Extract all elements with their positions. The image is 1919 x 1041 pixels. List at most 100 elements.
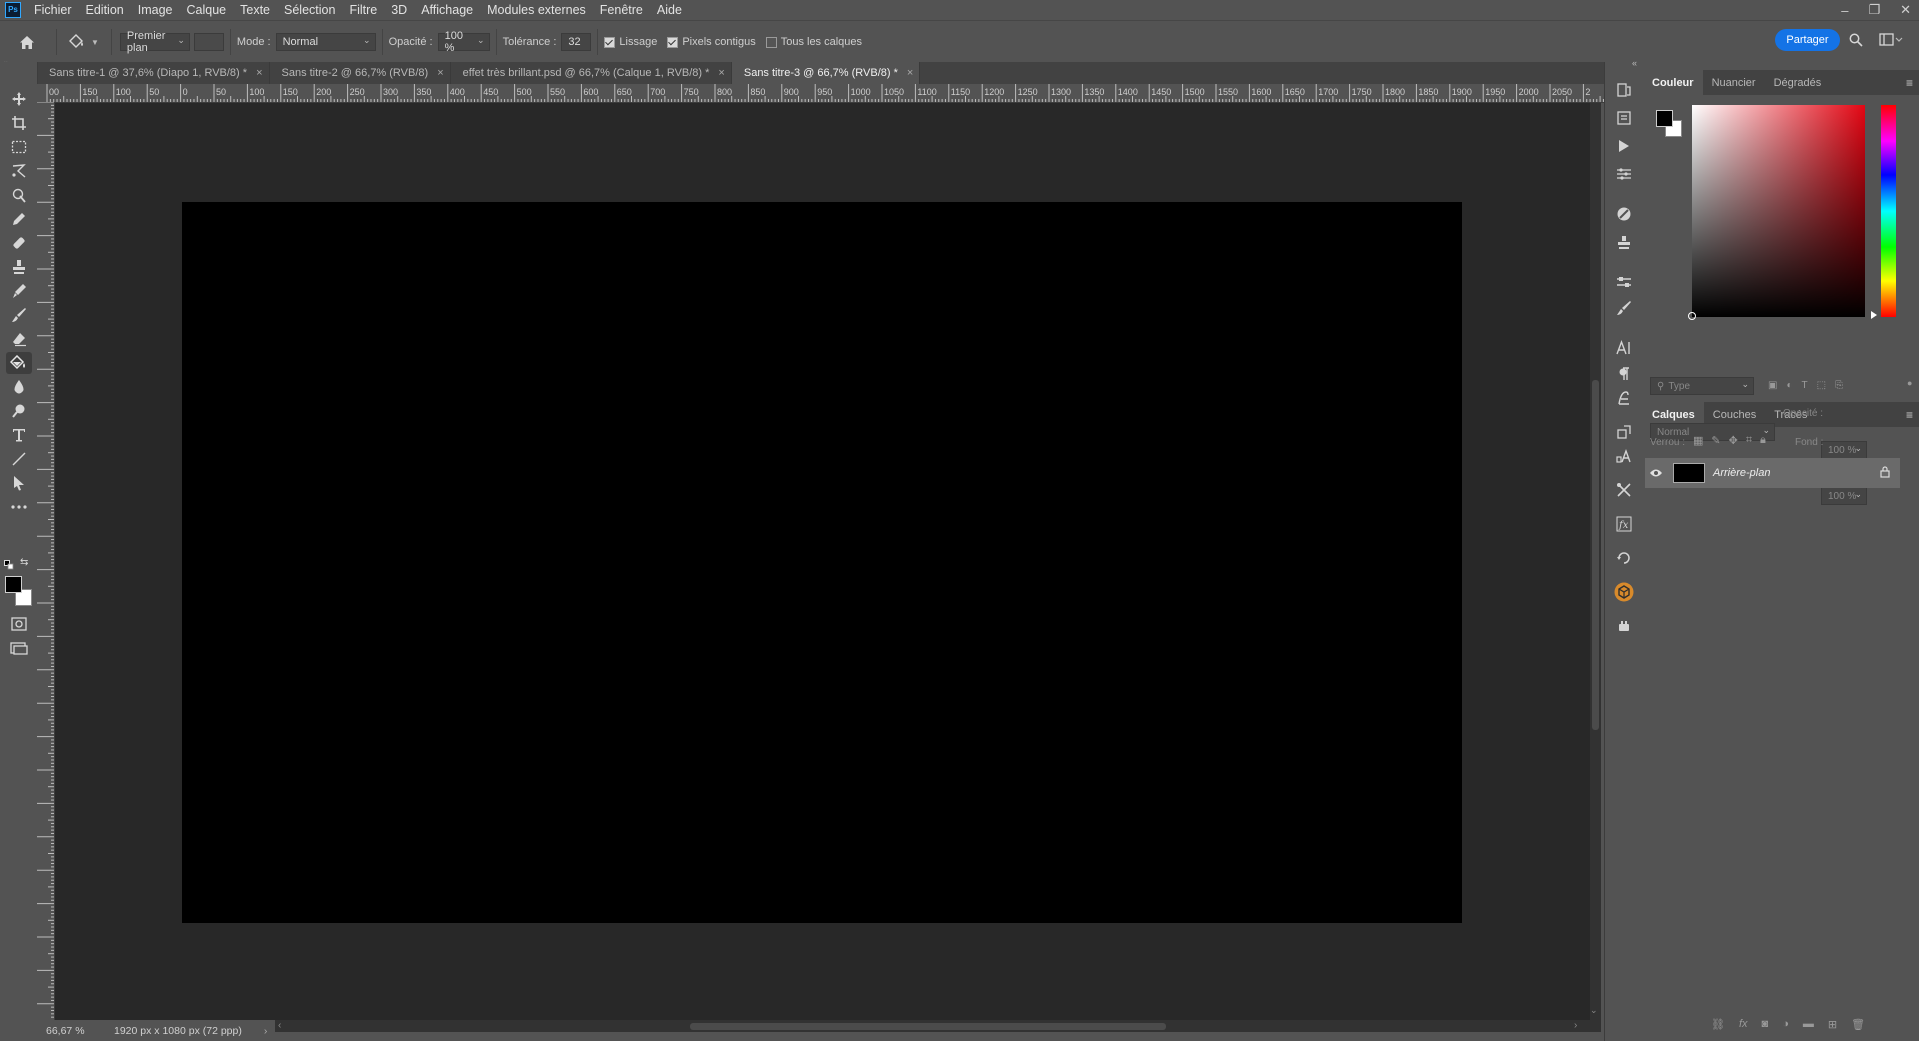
lasso-tool-icon[interactable] <box>6 160 32 182</box>
fg-color-swatch[interactable] <box>1656 110 1673 127</box>
close-icon[interactable]: × <box>718 67 724 79</box>
lock-artboard-icon[interactable]: ⌗ <box>1746 434 1752 447</box>
collapse-panels-icon[interactable]: « <box>1632 58 1637 68</box>
horizontal-ruler[interactable]: 00 150 100 50 0 50 100 150 200 250 300 350 400 450 500… <box>45 84 1616 103</box>
marquee-tool-icon[interactable] <box>6 136 32 158</box>
tab-couleur[interactable]: Couleur <box>1643 70 1703 95</box>
menu-image[interactable]: Image <box>131 3 180 17</box>
foreground-color-swatch[interactable] <box>5 576 22 593</box>
actions-panel-icon[interactable] <box>1614 108 1634 128</box>
adjustments-panel-icon[interactable] <box>1614 272 1634 292</box>
menu-modules-externes[interactable]: Modules externes <box>480 3 593 17</box>
trash-icon[interactable]: 🗑︎ <box>1851 1018 1865 1031</box>
play-icon[interactable] <box>1614 136 1634 156</box>
object-select-tool-icon[interactable] <box>6 184 32 206</box>
close-icon[interactable]: × <box>256 67 262 79</box>
tool-presets-icon[interactable] <box>1614 480 1634 500</box>
color-picker-cursor[interactable] <box>1688 312 1696 320</box>
layer-filter-dropdown[interactable]: ⚲ Type ⌄ <box>1650 377 1754 395</box>
document-canvas[interactable] <box>182 202 1462 923</box>
eye-icon[interactable] <box>1645 468 1667 478</box>
stamp-tool-icon[interactable] <box>6 256 32 278</box>
panel-menu-icon[interactable]: ≡ <box>1906 408 1913 422</box>
menu-selection[interactable]: Sélection <box>277 3 342 17</box>
zoom-level[interactable]: 66,67 % <box>37 1025 104 1037</box>
home-icon[interactable] <box>16 35 38 50</box>
tab-sans-titre-1[interactable]: Sans titre-1 @ 37,6% (Diapo 1, RVB/8) * × <box>37 62 270 84</box>
quick-mask-icon[interactable] <box>6 613 32 635</box>
new-group-folder-icon[interactable]: ▬ <box>1803 1018 1814 1031</box>
pixel-layer-filter-icon[interactable]: ▣ <box>1768 380 1777 391</box>
menu-filtre[interactable]: Filtre <box>342 3 384 17</box>
vertical-scrollbar-thumb[interactable] <box>1592 380 1599 730</box>
tolerance-input[interactable]: 32 <box>561 33 592 51</box>
color-wheel-icon[interactable] <box>1614 204 1634 224</box>
pattern-picker[interactable] <box>193 33 224 51</box>
menu-fenetre[interactable]: Fenêtre <box>593 3 650 17</box>
restore-button[interactable]: ❐ <box>1868 2 1880 18</box>
new-layer-icon[interactable]: ⊞ <box>1828 1018 1837 1031</box>
type-layer-filter-icon[interactable]: T <box>1802 380 1808 391</box>
add-mask-icon[interactable]: ◙ <box>1762 1018 1769 1031</box>
menu-affichage[interactable]: Affichage <box>414 3 480 17</box>
fill-source-dropdown[interactable]: Premier plan ⌄ <box>119 30 190 54</box>
menu-edition[interactable]: Edition <box>79 3 131 17</box>
search-icon[interactable] <box>1849 33 1863 50</box>
adjustment-layer-filter-icon[interactable]: ◐ <box>1786 380 1792 391</box>
history-brush-tool-icon[interactable] <box>6 280 32 302</box>
close-icon[interactable]: × <box>437 67 443 79</box>
paint-bucket-tool-icon[interactable] <box>6 352 32 374</box>
shape-layer-filter-icon[interactable]: ⬚ <box>1817 380 1826 391</box>
link-layers-icon[interactable]: ⛓︎ <box>1711 1018 1725 1031</box>
workspace-icon[interactable] <box>1879 33 1903 50</box>
eraser-tool-icon[interactable] <box>6 328 32 350</box>
styles-fx-icon[interactable]: fx <box>1614 514 1634 534</box>
crop-tool-icon[interactable] <box>6 112 32 134</box>
mode-dropdown[interactable]: Normal ⌄ <box>275 33 376 51</box>
glyphs-panel-icon[interactable] <box>1614 388 1634 408</box>
lock-pixels-icon[interactable]: ✎ <box>1711 434 1720 447</box>
tab-nuancier[interactable]: Nuancier <box>1703 70 1765 95</box>
eyedropper-tool-icon[interactable] <box>6 208 32 230</box>
close-icon[interactable]: × <box>907 67 913 79</box>
paragraph-styles-icon[interactable] <box>1614 422 1634 442</box>
close-button[interactable]: ✕ <box>1900 2 1911 18</box>
smart-object-filter-icon[interactable]: ⎘ <box>1835 380 1843 391</box>
contiguous-checkbox[interactable]: Pixels contigus <box>667 36 756 48</box>
color-picker-field[interactable] <box>1692 105 1865 317</box>
all-layers-checkbox[interactable]: Tous les calques <box>765 36 862 48</box>
share-button[interactable]: Partager <box>1775 29 1840 51</box>
panel-menu-icon[interactable]: ≡ <box>1906 76 1913 90</box>
lock-transparency-icon[interactable]: ▦ <box>1693 434 1703 447</box>
history-panel-icon[interactable] <box>1614 80 1634 100</box>
3d-cube-icon[interactable] <box>1614 582 1634 602</box>
fill-input[interactable]: 100 % ⌄ <box>1821 487 1867 505</box>
line-tool-icon[interactable] <box>6 448 32 470</box>
minimize-button[interactable]: – <box>1841 3 1848 18</box>
hue-slider-handle[interactable] <box>1871 311 1877 319</box>
character-panel-icon[interactable] <box>1614 338 1634 358</box>
screen-mode-icon[interactable] <box>6 637 32 659</box>
brush-settings-icon[interactable] <box>1614 298 1634 318</box>
type-tool-icon[interactable] <box>6 424 32 446</box>
new-adjustment-icon[interactable]: ◑ <box>1782 1018 1789 1031</box>
default-colors-icon[interactable] <box>4 559 14 570</box>
properties-panel-icon[interactable] <box>1614 164 1634 184</box>
dodge-tool-icon[interactable] <box>6 400 32 422</box>
layer-row[interactable]: Arrière-plan <box>1645 458 1900 488</box>
blur-tool-icon[interactable] <box>6 376 32 398</box>
filter-toggle-icon[interactable]: ● <box>1907 378 1912 388</box>
hue-slider[interactable] <box>1881 105 1896 317</box>
scroll-right-icon[interactable]: › <box>1574 1020 1577 1031</box>
brush-tool-icon[interactable] <box>6 304 32 326</box>
move-tool-icon[interactable] <box>6 88 32 110</box>
tab-sans-titre-3[interactable]: Sans titre-3 @ 66,7% (RVB/8) * × <box>731 62 921 84</box>
lock-position-icon[interactable]: ✥ <box>1729 434 1738 447</box>
path-selection-tool-icon[interactable] <box>6 472 32 494</box>
swap-colors-icon[interactable]: ⇆ <box>20 557 28 568</box>
plugins-icon[interactable] <box>1614 616 1634 636</box>
layer-style-fx-icon[interactable]: fx <box>1739 1018 1748 1031</box>
paint-bucket-preset-icon[interactable]: ▼ <box>63 34 105 50</box>
paragraph-panel-icon[interactable] <box>1614 364 1634 384</box>
menu-calque[interactable]: Calque <box>180 3 234 17</box>
